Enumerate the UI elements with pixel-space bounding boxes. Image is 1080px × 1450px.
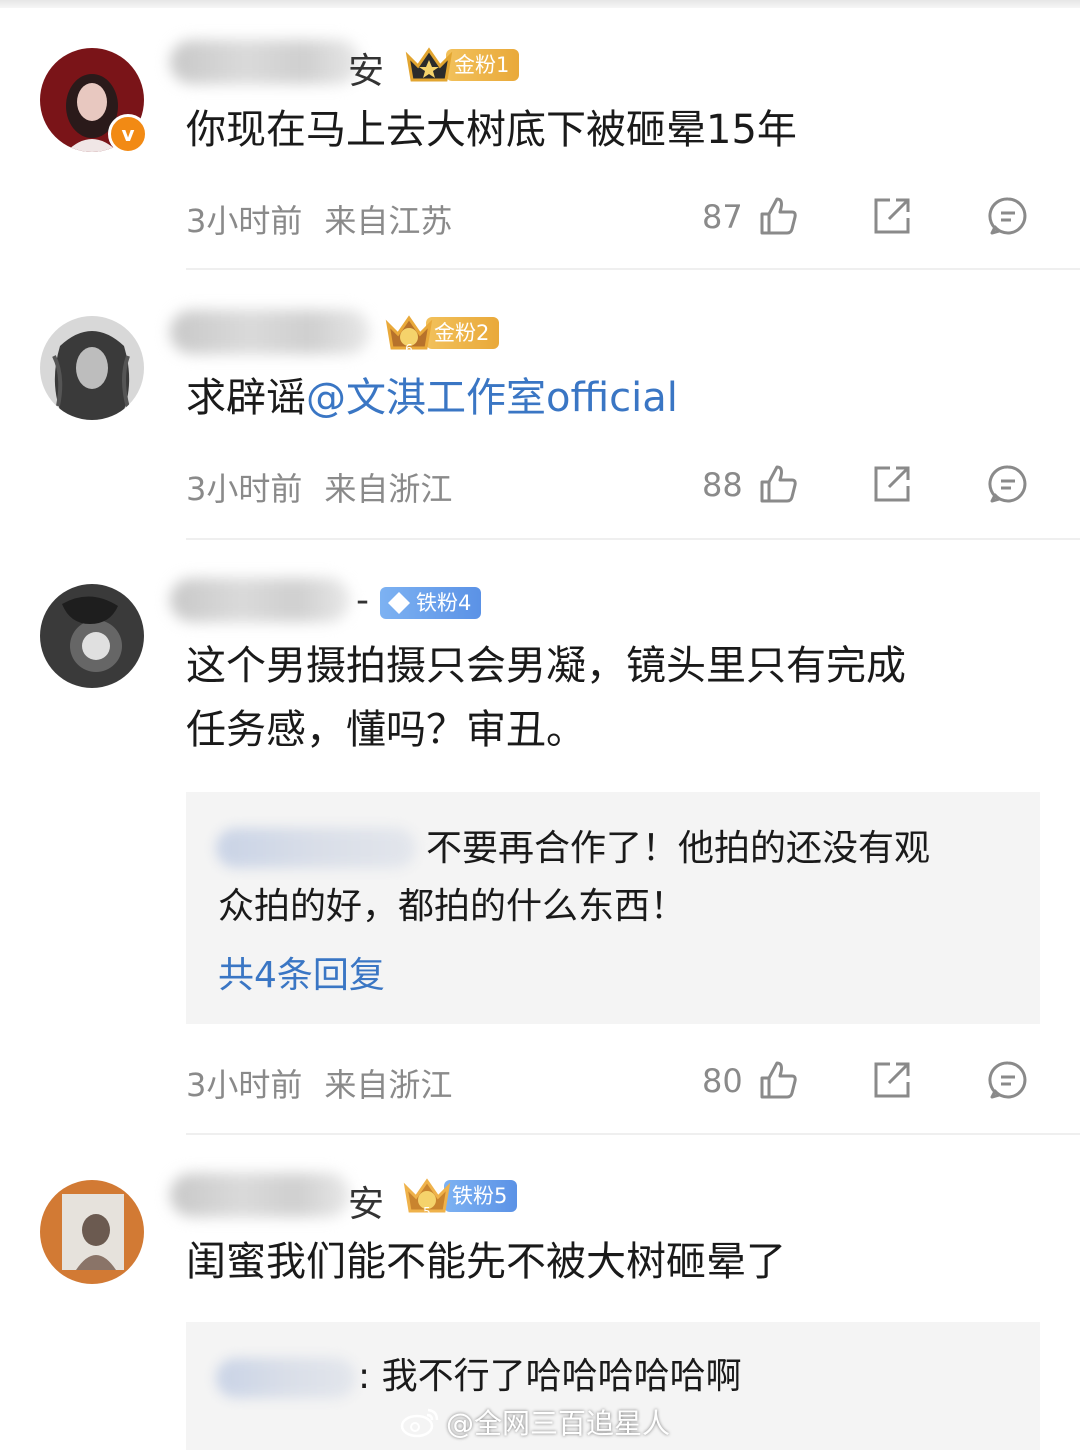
username-blurred[interactable] [170, 578, 350, 622]
comment-icon[interactable] [986, 1058, 1030, 1102]
like-icon[interactable] [756, 462, 800, 506]
like-icon[interactable] [756, 194, 800, 238]
comment-location: 来自浙江 [324, 470, 453, 508]
diamond-icon [388, 592, 410, 614]
comment-icon[interactable] [986, 194, 1030, 238]
share-icon[interactable] [870, 462, 914, 506]
watermark: @全网三百追星人 [400, 1402, 670, 1442]
comment-icon[interactable] [986, 462, 1030, 506]
comment-text-line: 任务感，懂吗？审丑。 [186, 707, 586, 753]
crown-icon: 5 [402, 1175, 452, 1219]
comment-text-line: 这个男摄拍摄只会男凝，镜头里只有完成 [186, 643, 906, 689]
like-count: 87 [702, 198, 743, 236]
comment-time: 3小时前 [186, 470, 303, 508]
comment-meta: 3小时前 来自浙江 [186, 464, 452, 510]
fan-badge[interactable]: 6 金粉2 [384, 312, 500, 356]
comment-text: 闺蜜我们能不能先不被大树砸晕了 [186, 1239, 786, 1285]
comment-item: v 安 金粉1 你现在马上去大树底下被砸晕15年 3小时前 来自江苏 87 [0, 0, 1080, 270]
username-suffix[interactable]: 安 [348, 42, 384, 94]
comment-text: 这个男摄拍摄只会男凝，镜头里只有完成 任务感，懂吗？审丑。 [186, 634, 1036, 762]
fan-badge-label: 金粉2 [426, 317, 500, 349]
svg-text:6: 6 [405, 342, 413, 354]
reply-text-line: 众拍的好，都拍的什么东西！ [218, 886, 687, 927]
like-count: 80 [702, 1062, 743, 1100]
comment-item: 6 金粉2 求辟谣@文淇工作室official 3小时前 来自浙江 88 [0, 270, 1080, 540]
comment-text-prefix: 求辟谣 [186, 375, 306, 421]
fan-badge[interactable]: 铁粉4 [380, 584, 482, 622]
username-suffix[interactable]: - [356, 580, 369, 621]
comment-meta: 3小时前 来自浙江 [186, 1060, 452, 1106]
fan-badge[interactable]: 金粉1 [404, 44, 520, 86]
like-count: 88 [702, 466, 743, 504]
view-replies-link[interactable]: 共4条回复 [218, 946, 385, 998]
reply-text-line: 不要再合作了！他拍的还没有观 [426, 828, 931, 869]
comment-text: 你现在马上去大树底下被砸晕15年 [186, 107, 797, 153]
fan-badge-label: 铁粉4 [380, 587, 482, 619]
reply-text-line: : 我不行了哈哈哈哈哈啊 [358, 1356, 742, 1397]
username-blurred[interactable] [170, 1173, 350, 1217]
watermark-text: @全网三百追星人 [446, 1407, 671, 1440]
svg-text:5: 5 [423, 1205, 431, 1217]
reply-preview[interactable]: 不要再合作了！他拍的还没有观 众拍的好，都拍的什么东西！ 共4条回复 [186, 792, 1040, 1024]
comment-item: - 铁粉4 这个男摄拍摄只会男凝，镜头里只有完成 任务感，懂吗？审丑。 不要再合… [0, 540, 1080, 1135]
username-blurred[interactable] [170, 40, 360, 84]
fan-badge-label: 金粉1 [446, 49, 520, 81]
weibo-logo-icon [400, 1408, 439, 1438]
comment-text: 求辟谣@文淇工作室official [186, 366, 1036, 430]
comment-actions: 87 [700, 194, 1040, 244]
crown-icon [404, 44, 454, 86]
username-suffix[interactable]: 安 [348, 1175, 384, 1227]
like-icon[interactable] [756, 1058, 800, 1102]
avatar[interactable] [40, 316, 144, 420]
comment-time: 3小时前 [186, 202, 303, 240]
comment-time: 3小时前 [186, 1066, 303, 1104]
share-icon[interactable] [870, 194, 914, 238]
fan-badge-label: 铁粉5 [444, 1180, 518, 1212]
comment-actions: 80 [700, 1058, 1040, 1108]
reply-username-blurred[interactable] [216, 828, 416, 868]
fan-badge[interactable]: 5 铁粉5 [402, 1175, 518, 1219]
share-icon[interactable] [870, 1058, 914, 1102]
username-blurred[interactable] [170, 310, 370, 354]
reply-username-blurred[interactable] [216, 1358, 356, 1398]
comment-location: 来自江苏 [324, 202, 453, 240]
comment-meta: 3小时前 来自江苏 [186, 196, 452, 242]
crown-icon: 6 [384, 312, 434, 356]
verified-badge-icon: v [108, 114, 148, 154]
mention-link[interactable]: @文淇工作室official [306, 375, 678, 421]
comment-location: 来自浙江 [324, 1066, 453, 1104]
comment-actions: 88 [700, 462, 1040, 512]
avatar[interactable] [40, 1180, 144, 1284]
avatar[interactable] [40, 584, 144, 688]
fan-badge-text: 铁粉4 [416, 591, 472, 615]
